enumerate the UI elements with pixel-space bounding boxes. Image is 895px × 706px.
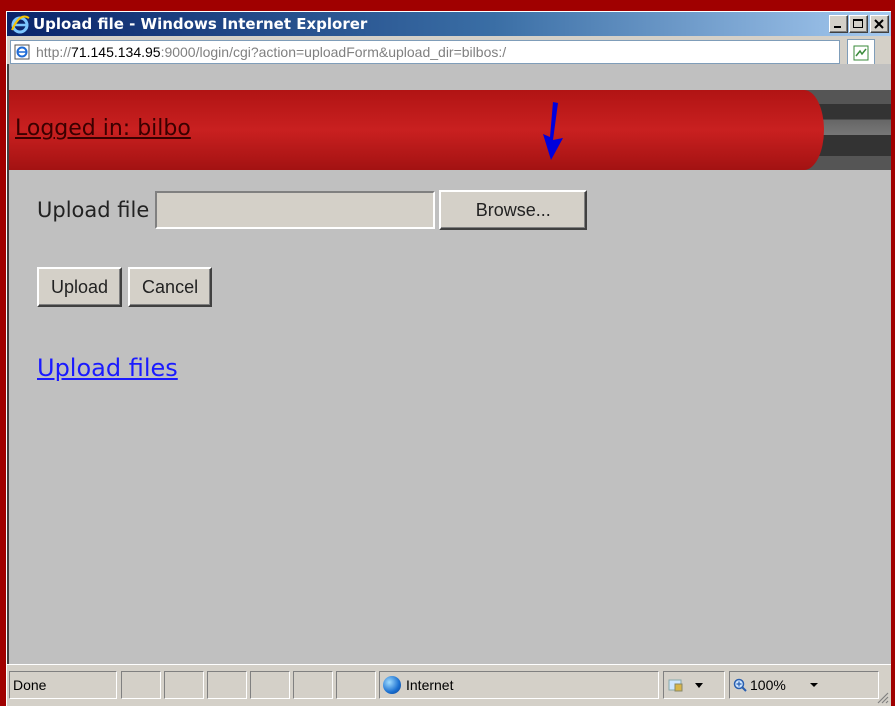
cancel-button[interactable]: Cancel <box>128 267 213 307</box>
globe-icon <box>383 676 401 694</box>
protected-mode-icon <box>668 679 703 692</box>
maximize-button[interactable] <box>849 15 868 33</box>
page-icon <box>14 44 30 60</box>
ie-logo-icon <box>10 14 30 34</box>
upload-files-link[interactable]: Upload files <box>37 354 178 382</box>
status-pane <box>121 671 161 699</box>
zoom-level: 100% <box>750 677 786 693</box>
upload-label: Upload file <box>37 198 150 222</box>
header-banner: Logged in: bilbo <box>9 90 891 170</box>
window-title: Upload file - Windows Internet Explorer <box>33 15 368 33</box>
zoom-pane[interactable]: 100% <box>729 671 879 699</box>
zone-label: Internet <box>406 677 454 693</box>
status-text: Done <box>9 671 117 699</box>
title-bar[interactable]: Upload file - Windows Internet Explorer <box>7 12 891 36</box>
compat-view-icon[interactable] <box>847 39 875 66</box>
upload-button[interactable]: Upload <box>37 267 123 307</box>
file-input[interactable] <box>155 191 436 229</box>
address-field[interactable]: http://71.145.134.95:9000/login/cgi?acti… <box>10 40 840 64</box>
address-url: http://71.145.134.95:9000/login/cgi?acti… <box>36 44 507 60</box>
size-grip-icon[interactable] <box>875 689 889 704</box>
browse-button[interactable]: Browse... <box>439 190 588 230</box>
chevron-down-icon <box>809 683 818 687</box>
zoom-icon <box>733 678 747 692</box>
arrow-down-icon <box>539 102 569 162</box>
zone-pane[interactable]: Internet <box>379 671 659 699</box>
status-pane <box>336 671 376 699</box>
minimize-button[interactable] <box>829 15 848 33</box>
close-button[interactable] <box>870 15 889 33</box>
browser-window: Upload file - Windows Internet Explorer <box>6 11 891 706</box>
action-row: Upload Cancel <box>37 267 213 307</box>
upload-row: Upload file Browse... <box>37 190 588 230</box>
status-bar: Done Internet 100% <box>7 664 891 706</box>
protected-mode-pane[interactable] <box>663 671 725 699</box>
status-pane <box>164 671 204 699</box>
logged-in-link[interactable]: Logged in: bilbo <box>15 116 191 141</box>
page-content: Logged in: bilbo Upload file Browse... U… <box>7 64 891 664</box>
status-pane <box>207 671 247 699</box>
status-pane <box>293 671 333 699</box>
status-pane <box>250 671 290 699</box>
